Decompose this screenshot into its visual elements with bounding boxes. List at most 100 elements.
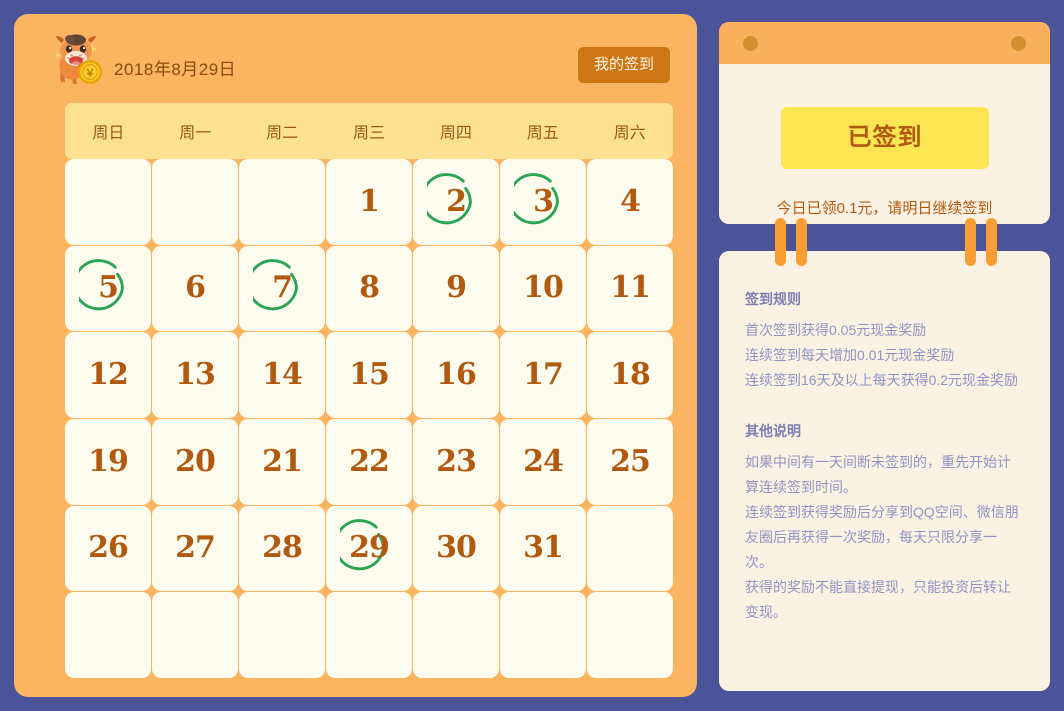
date-number: 25 — [610, 443, 651, 479]
weekday-cell: 周五 — [526, 125, 559, 142]
date-number: 21 — [262, 443, 303, 479]
date-cell[interactable]: 25 — [587, 418, 673, 505]
date-cell[interactable]: 12 — [65, 332, 151, 418]
date-number: 28 — [262, 530, 303, 566]
rules-section: 签到规则 首次签到获得0.05元现金奖励连续签到每天增加0.01元现金奖励连续签… — [745, 289, 1024, 393]
date-cell[interactable]: 6 — [152, 245, 238, 332]
other-notes-lines: 如果中间有一天间断未签到的，重先开始计算连续签到时间。 连续签到获得奖励后分享到Q… — [745, 450, 1024, 625]
date-number: 13 — [175, 357, 216, 393]
date-cell[interactable]: 30 — [413, 505, 499, 592]
rules-line: 首次签到获得0.05元现金奖励 — [745, 322, 927, 338]
date-number: 4 — [620, 183, 641, 219]
date-cell[interactable]: 22 — [326, 418, 412, 505]
date-number: 20 — [175, 443, 216, 479]
rules-line: 连续签到每天增加0.01元现金奖励 — [745, 347, 955, 363]
date-cell[interactable]: 26 — [65, 505, 151, 592]
date-number: 26 — [88, 530, 129, 566]
weekday-cell: 周日 — [92, 125, 125, 142]
date-cell[interactable]: 27 — [152, 505, 238, 592]
other-notes-section: 其他说明 如果中间有一天间断未签到的，重先开始计算连续签到时间。 连续签到获得奖励… — [745, 421, 1024, 625]
calendar-date-label: 2018年8月29日 — [114, 60, 237, 79]
date-cell-empty — [152, 159, 238, 245]
date-number: 23 — [436, 443, 477, 479]
cow-mascot-icon: ￥ — [46, 30, 108, 92]
calendar-card: ￥ 2018年8月29日 我的签到 周日 周一 周二 周三 周四 周五 周六 1234567… — [14, 14, 697, 697]
date-cell[interactable]: 11 — [587, 245, 673, 332]
date-cell[interactable]: 24 — [500, 418, 586, 505]
rules-lines: 首次签到获得0.05元现金奖励连续签到每天增加0.01元现金奖励连续签到16天及… — [745, 318, 1024, 393]
rules-line: 如果中间有一天间断未签到的，重先开始计算连续签到时间。 — [745, 454, 1011, 495]
rules-section-title: 签到规则 — [745, 291, 801, 307]
date-cell-empty — [326, 592, 412, 678]
date-number: 18 — [610, 357, 651, 393]
date-number: 10 — [523, 270, 564, 306]
date-cell[interactable]: 10 — [500, 245, 586, 332]
date-cell[interactable]: 1 — [326, 159, 412, 245]
date-cell-empty — [239, 159, 325, 245]
date-cell[interactable]: 15 — [326, 332, 412, 418]
date-number: 5 — [98, 270, 119, 306]
date-number: 19 — [88, 443, 129, 479]
date-number: 8 — [359, 270, 380, 306]
date-number: 11 — [610, 270, 651, 306]
date-number: 6 — [185, 270, 206, 306]
date-cell[interactable]: 9 — [413, 245, 499, 332]
date-number: 3 — [533, 183, 554, 219]
date-cell-empty — [152, 592, 238, 678]
date-cell[interactable]: 16 — [413, 332, 499, 418]
date-cell-empty — [65, 592, 151, 678]
date-number: 14 — [262, 357, 303, 393]
weekday-cell: 周二 — [266, 125, 299, 142]
date-number: 29 — [349, 530, 390, 566]
date-number: 27 — [175, 530, 216, 566]
checkin-reward-note: 今日已领0.1元，请明日继续签到 — [776, 200, 993, 217]
date-cell[interactable]: 3 — [500, 159, 586, 245]
date-number: 15 — [349, 357, 390, 393]
rules-card: 签到规则 首次签到获得0.05元现金奖励连续签到每天增加0.01元现金奖励连续签… — [719, 251, 1050, 691]
binder-hole-icon-left — [743, 36, 758, 51]
weekday-cell: 周六 — [613, 125, 646, 142]
calendar-header: ￥ 2018年8月29日 我的签到 — [14, 14, 697, 88]
weekday-cell: 周四 — [439, 125, 472, 142]
date-cell-empty — [65, 159, 151, 245]
date-cell[interactable]: 14 — [239, 332, 325, 418]
date-number: 9 — [446, 270, 467, 306]
signed-in-button[interactable]: 已签到 — [781, 107, 989, 169]
weekday-header-row: 周日 周一 周二 周三 周四 周五 周六 — [65, 103, 673, 159]
date-cell[interactable]: 4 — [587, 159, 673, 245]
date-cell[interactable]: 2 — [413, 159, 499, 245]
binder-hole-icon-right — [1011, 36, 1026, 51]
date-cell[interactable]: 29 — [326, 505, 412, 592]
date-number: 2 — [446, 183, 467, 219]
date-number: 31 — [523, 530, 564, 566]
date-number: 12 — [88, 357, 129, 393]
date-cell[interactable]: 28 — [239, 505, 325, 592]
date-cell[interactable]: 23 — [413, 418, 499, 505]
date-number: 22 — [349, 443, 390, 479]
right-column: 已签到 今日已领0.1元，请明日继续签到 签到规则 首次签到获得0.05元现金奖… — [719, 22, 1050, 691]
date-cell[interactable]: 21 — [239, 418, 325, 505]
weekday-cell: 周一 — [179, 125, 212, 142]
date-cell[interactable]: 20 — [152, 418, 238, 505]
checkin-status-card: 已签到 今日已领0.1元，请明日继续签到 — [719, 22, 1050, 224]
date-grid: 1 2 3 4 5 6 7 8 9 10 11 12 13 14 15 16 17 18 19 20 21 22 23 24 2… — [65, 159, 673, 678]
date-cell[interactable]: 8 — [326, 245, 412, 332]
date-cell[interactable]: 18 — [587, 332, 673, 418]
date-number: 7 — [272, 270, 293, 306]
date-cell[interactable]: 17 — [500, 332, 586, 418]
date-number: 1 — [359, 183, 380, 219]
checkin-card-header — [719, 22, 1050, 64]
date-cell[interactable]: 7 — [239, 245, 325, 332]
date-cell[interactable]: 31 — [500, 505, 586, 592]
date-cell-empty — [239, 592, 325, 678]
rules-line: 连续签到16天及以上每天获得0.2元现金奖励 — [745, 372, 1019, 388]
date-number: 17 — [523, 357, 564, 393]
date-number: 24 — [523, 443, 564, 479]
date-cell[interactable]: 19 — [65, 418, 151, 505]
date-cell[interactable]: 13 — [152, 332, 238, 418]
my-checkin-button[interactable]: 我的签到 — [578, 47, 670, 83]
svg-text:￥: ￥ — [85, 69, 95, 80]
date-cell-empty — [587, 592, 673, 678]
date-cell[interactable]: 5 — [65, 245, 151, 332]
date-cell-empty — [587, 505, 673, 592]
